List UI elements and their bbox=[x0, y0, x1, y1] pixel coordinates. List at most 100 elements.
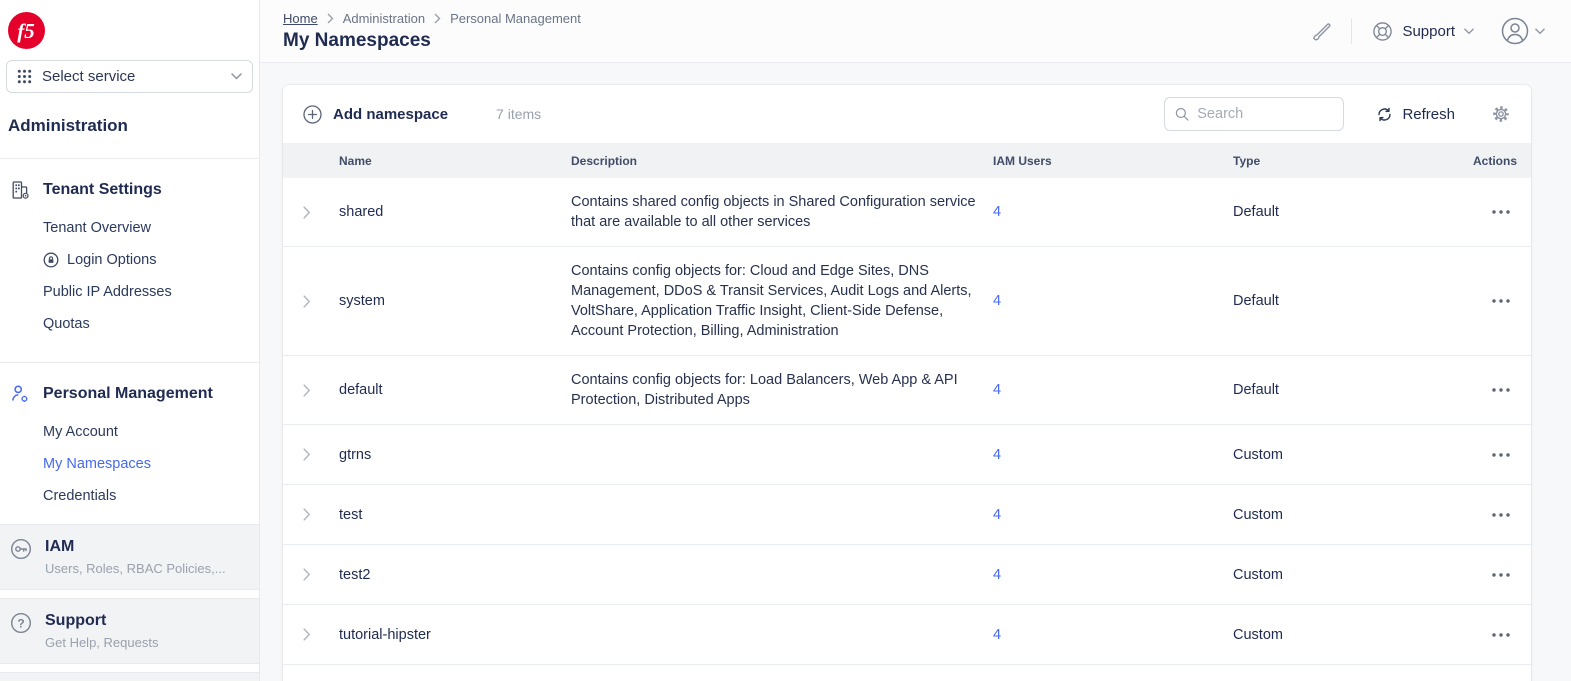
iam-users-link[interactable]: 4 bbox=[993, 627, 1001, 643]
breadcrumb-home[interactable]: Home bbox=[283, 11, 318, 26]
sidebar-item-tenant-overview[interactable]: Tenant Overview bbox=[10, 212, 251, 244]
expand-chevron-icon[interactable] bbox=[303, 206, 329, 219]
sso-lock-icon bbox=[43, 252, 59, 268]
table-row: gtrns 4 Custom bbox=[283, 425, 1531, 485]
iam-users-link[interactable]: 4 bbox=[993, 293, 1001, 309]
expand-chevron-icon[interactable] bbox=[303, 448, 329, 461]
block-title: Support bbox=[45, 612, 158, 630]
avatar-icon bbox=[1500, 16, 1530, 46]
expand-chevron-icon[interactable] bbox=[303, 568, 329, 581]
row-actions-button[interactable] bbox=[1491, 298, 1511, 304]
sidebar-item-credentials[interactable]: Credentials bbox=[10, 480, 251, 512]
breadcrumb-personal-management[interactable]: Personal Management bbox=[450, 11, 581, 26]
brush-icon bbox=[1309, 19, 1333, 43]
column-header-name[interactable]: Name bbox=[339, 154, 561, 168]
ellipsis-icon bbox=[1491, 387, 1511, 393]
namespace-type: Default bbox=[1233, 293, 1463, 309]
namespace-type: Custom bbox=[1233, 627, 1463, 643]
namespaces-card: Add namespace 7 items bbox=[283, 85, 1531, 681]
select-service-dropdown[interactable]: Select service bbox=[6, 60, 253, 93]
sidebar-item-label: My Account bbox=[43, 424, 118, 440]
iam-users-link[interactable]: 4 bbox=[993, 567, 1001, 583]
column-header-type[interactable]: Type bbox=[1233, 154, 1463, 168]
sidebar-group-header-tenant-settings[interactable]: Tenant Settings bbox=[10, 180, 251, 200]
expand-chevron-icon[interactable] bbox=[303, 295, 329, 308]
svg-text:f5: f5 bbox=[17, 19, 35, 43]
expand-chevron-icon[interactable] bbox=[303, 384, 329, 397]
lifebuoy-icon bbox=[1372, 21, 1393, 42]
row-actions-button[interactable] bbox=[1491, 632, 1511, 638]
ellipsis-icon bbox=[1491, 298, 1511, 304]
iam-users-link[interactable]: 4 bbox=[993, 447, 1001, 463]
block-title: IAM bbox=[45, 538, 226, 556]
namespace-name: system bbox=[339, 293, 561, 309]
search-input[interactable] bbox=[1197, 106, 1333, 122]
ellipsis-icon bbox=[1491, 572, 1511, 578]
table-toolbar: Add namespace 7 items bbox=[283, 85, 1531, 143]
sidebar-group-header-personal-management[interactable]: Personal Management bbox=[10, 384, 251, 404]
chevron-down-icon bbox=[1535, 28, 1545, 35]
sidebar-item-public-ip-addresses[interactable]: Public IP Addresses bbox=[10, 276, 251, 308]
gear-icon bbox=[1491, 104, 1511, 124]
sidebar-item-my-account[interactable]: My Account bbox=[10, 416, 251, 448]
sidebar-item-support[interactable]: ? Support Get Help, Requests bbox=[0, 598, 259, 664]
table-body: shared Contains shared config objects in… bbox=[283, 178, 1531, 665]
sidebar-item-label: Login Options bbox=[67, 252, 156, 268]
namespace-name: default bbox=[339, 382, 561, 398]
sidebar-title: Administration bbox=[8, 116, 259, 136]
breadcrumb-separator-icon bbox=[327, 13, 334, 24]
refresh-label: Refresh bbox=[1402, 106, 1455, 123]
iam-users-link[interactable]: 4 bbox=[993, 507, 1001, 523]
refresh-button[interactable]: Refresh bbox=[1376, 106, 1455, 123]
namespace-type: Default bbox=[1233, 382, 1463, 398]
page-title: My Namespaces bbox=[283, 30, 581, 52]
row-actions-button[interactable] bbox=[1491, 512, 1511, 518]
sidebar-group-tenant-settings: Tenant Settings Tenant Overview Login Op… bbox=[0, 159, 259, 352]
question-circle-icon: ? bbox=[10, 612, 32, 634]
sidebar: f5 Select service Administration bbox=[0, 0, 260, 681]
breadcrumb-administration[interactable]: Administration bbox=[343, 11, 425, 26]
namespace-type: Default bbox=[1233, 204, 1463, 220]
add-namespace-button[interactable]: Add namespace bbox=[303, 105, 448, 124]
row-actions-button[interactable] bbox=[1491, 572, 1511, 578]
namespace-name: tutorial-hipster bbox=[339, 627, 561, 643]
ellipsis-icon bbox=[1491, 209, 1511, 215]
sidebar-item-login-options[interactable]: Login Options bbox=[10, 244, 251, 276]
iam-users-link[interactable]: 4 bbox=[993, 204, 1001, 220]
theme-brush-button[interactable] bbox=[1309, 19, 1333, 43]
column-header-actions: Actions bbox=[1473, 154, 1517, 168]
sidebar-item-label: Quotas bbox=[43, 316, 90, 332]
namespace-name: test bbox=[339, 507, 561, 523]
row-actions-button[interactable] bbox=[1491, 387, 1511, 393]
support-menu-button[interactable]: Support bbox=[1372, 21, 1474, 42]
sidebar-item-label: Credentials bbox=[43, 488, 116, 504]
content-area: Add namespace 7 items bbox=[260, 63, 1571, 681]
grid-icon bbox=[17, 69, 32, 84]
account-menu-button[interactable] bbox=[1500, 16, 1545, 46]
sidebar-item-quotas[interactable]: Quotas bbox=[10, 308, 251, 340]
sidebar-item-my-namespaces[interactable]: My Namespaces bbox=[10, 448, 251, 480]
table-row: test2 4 Custom bbox=[283, 545, 1531, 605]
svg-text:?: ? bbox=[17, 616, 24, 630]
f5-logo[interactable]: f5 bbox=[8, 12, 45, 49]
sidebar-item-label: Tenant Overview bbox=[43, 220, 151, 236]
expand-chevron-icon[interactable] bbox=[303, 508, 329, 521]
table-settings-button[interactable] bbox=[1491, 104, 1511, 124]
table-row: shared Contains shared config objects in… bbox=[283, 178, 1531, 247]
sidebar-item-iam[interactable]: IAM Users, Roles, RBAC Policies,... bbox=[0, 524, 259, 590]
items-count: 7 items bbox=[496, 106, 541, 122]
sidebar-item-label: My Namespaces bbox=[43, 456, 151, 472]
block-subtitle: Get Help, Requests bbox=[45, 635, 158, 650]
column-header-description[interactable]: Description bbox=[571, 154, 983, 168]
row-actions-button[interactable] bbox=[1491, 209, 1511, 215]
iam-users-link[interactable]: 4 bbox=[993, 382, 1001, 398]
header-right: Support bbox=[1309, 0, 1545, 62]
expand-chevron-icon[interactable] bbox=[303, 628, 329, 641]
namespace-type: Custom bbox=[1233, 447, 1463, 463]
namespace-description: Contains shared config objects in Shared… bbox=[571, 192, 983, 232]
search-icon bbox=[1175, 106, 1189, 122]
column-header-iam-users[interactable]: IAM Users bbox=[993, 154, 1223, 168]
row-actions-button[interactable] bbox=[1491, 452, 1511, 458]
building-icon bbox=[10, 180, 30, 200]
main-area: Home Administration Personal Management … bbox=[260, 0, 1571, 681]
